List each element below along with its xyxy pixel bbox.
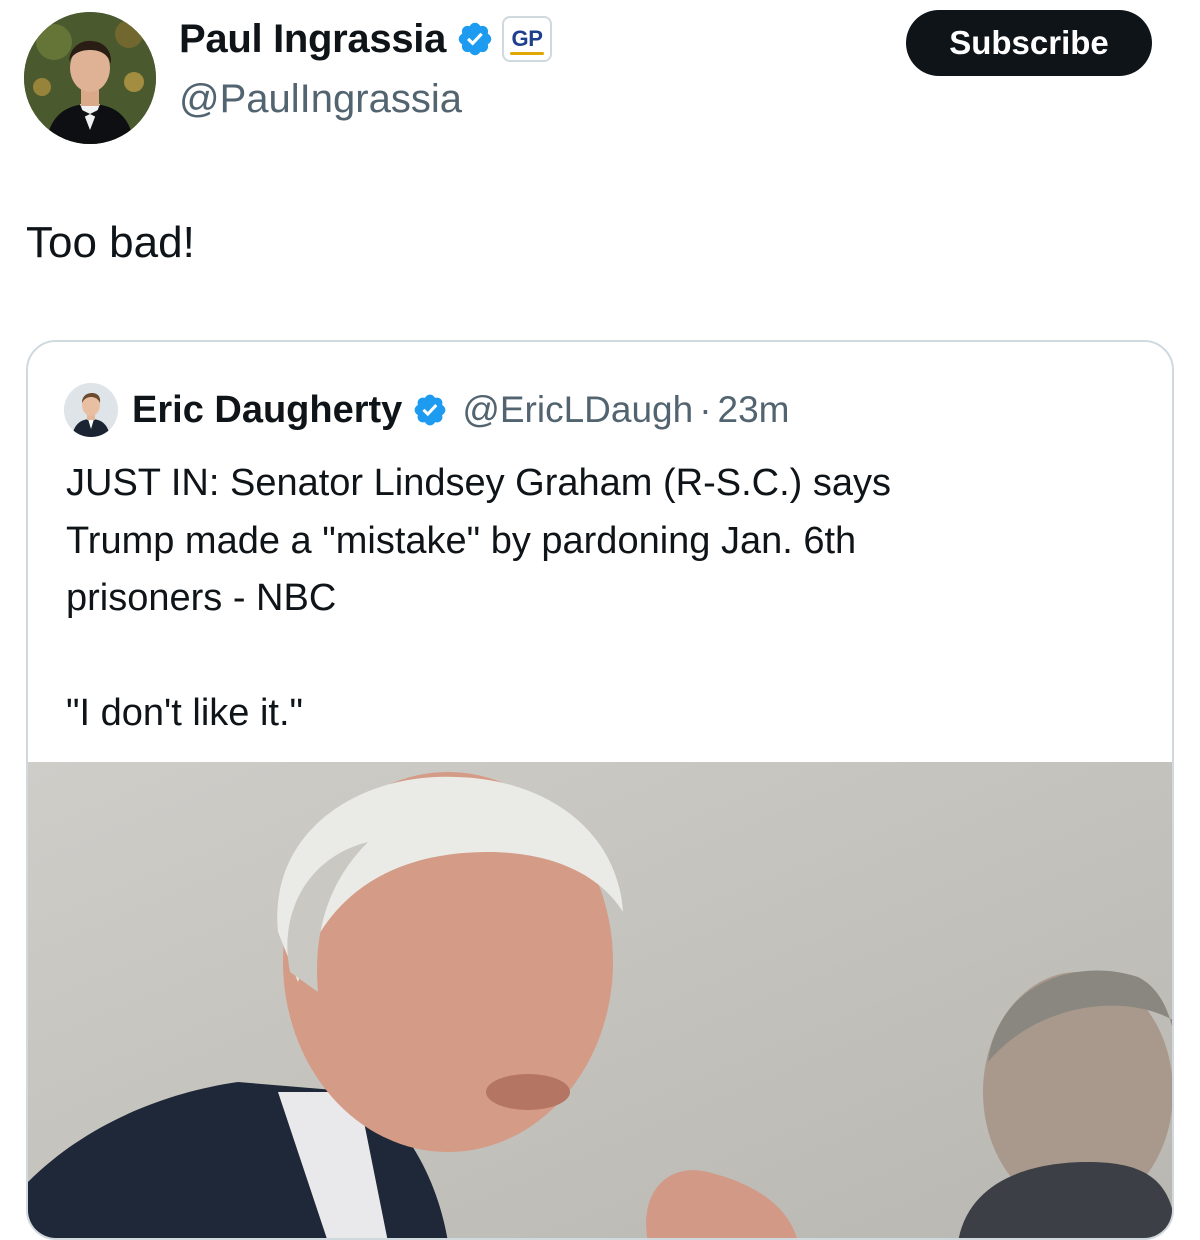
quoted-post-card[interactable]: Eric Daugherty @EricLDaugh · 23m JUST IN…	[26, 340, 1174, 1240]
author-avatar-image	[24, 12, 156, 144]
quoted-post-image[interactable]	[28, 762, 1172, 1238]
quoted-author-avatar[interactable]	[64, 383, 118, 437]
quoted-text-line: Trump made a "mistake" by pardoning Jan.…	[66, 519, 857, 562]
meta-separator: ·	[699, 389, 712, 430]
quoted-author-handle[interactable]: @EricLDaugh	[462, 389, 693, 431]
subscribe-button[interactable]: Subscribe	[906, 10, 1152, 76]
post-text: Too bad!	[26, 218, 195, 267]
quoted-text-line: JUST IN: Senator Lindsey Graham (R-S.C.)…	[66, 462, 891, 504]
quoted-author-avatar-image	[64, 383, 118, 437]
post-header: Paul Ingrassia GP @PaulIngrassia Subscri…	[0, 0, 1200, 150]
author-avatar[interactable]	[24, 12, 156, 144]
author-name-row[interactable]: Paul Ingrassia GP	[179, 16, 553, 62]
quoted-post-text: JUST IN: Senator Lindsey Graham (R-S.C.)…	[66, 455, 1146, 743]
verified-badge-icon[interactable]	[456, 20, 494, 58]
author-name[interactable]: Paul Ingrassia	[179, 17, 446, 62]
photo-placeholder	[28, 762, 1172, 1238]
quoted-author-name[interactable]: Eric Daugherty	[132, 389, 402, 432]
affiliate-badge[interactable]: GP	[502, 16, 553, 62]
quoted-text-line: prisoners - NBC	[66, 577, 337, 619]
author-handle[interactable]: @PaulIngrassia	[179, 77, 462, 122]
quoted-timestamp[interactable]: 23m	[718, 389, 790, 431]
quoted-verified-badge-icon	[412, 392, 448, 428]
quoted-quote-line: "I don't like it."	[66, 692, 303, 734]
quoted-post-header: Eric Daugherty @EricLDaugh · 23m	[64, 380, 790, 440]
